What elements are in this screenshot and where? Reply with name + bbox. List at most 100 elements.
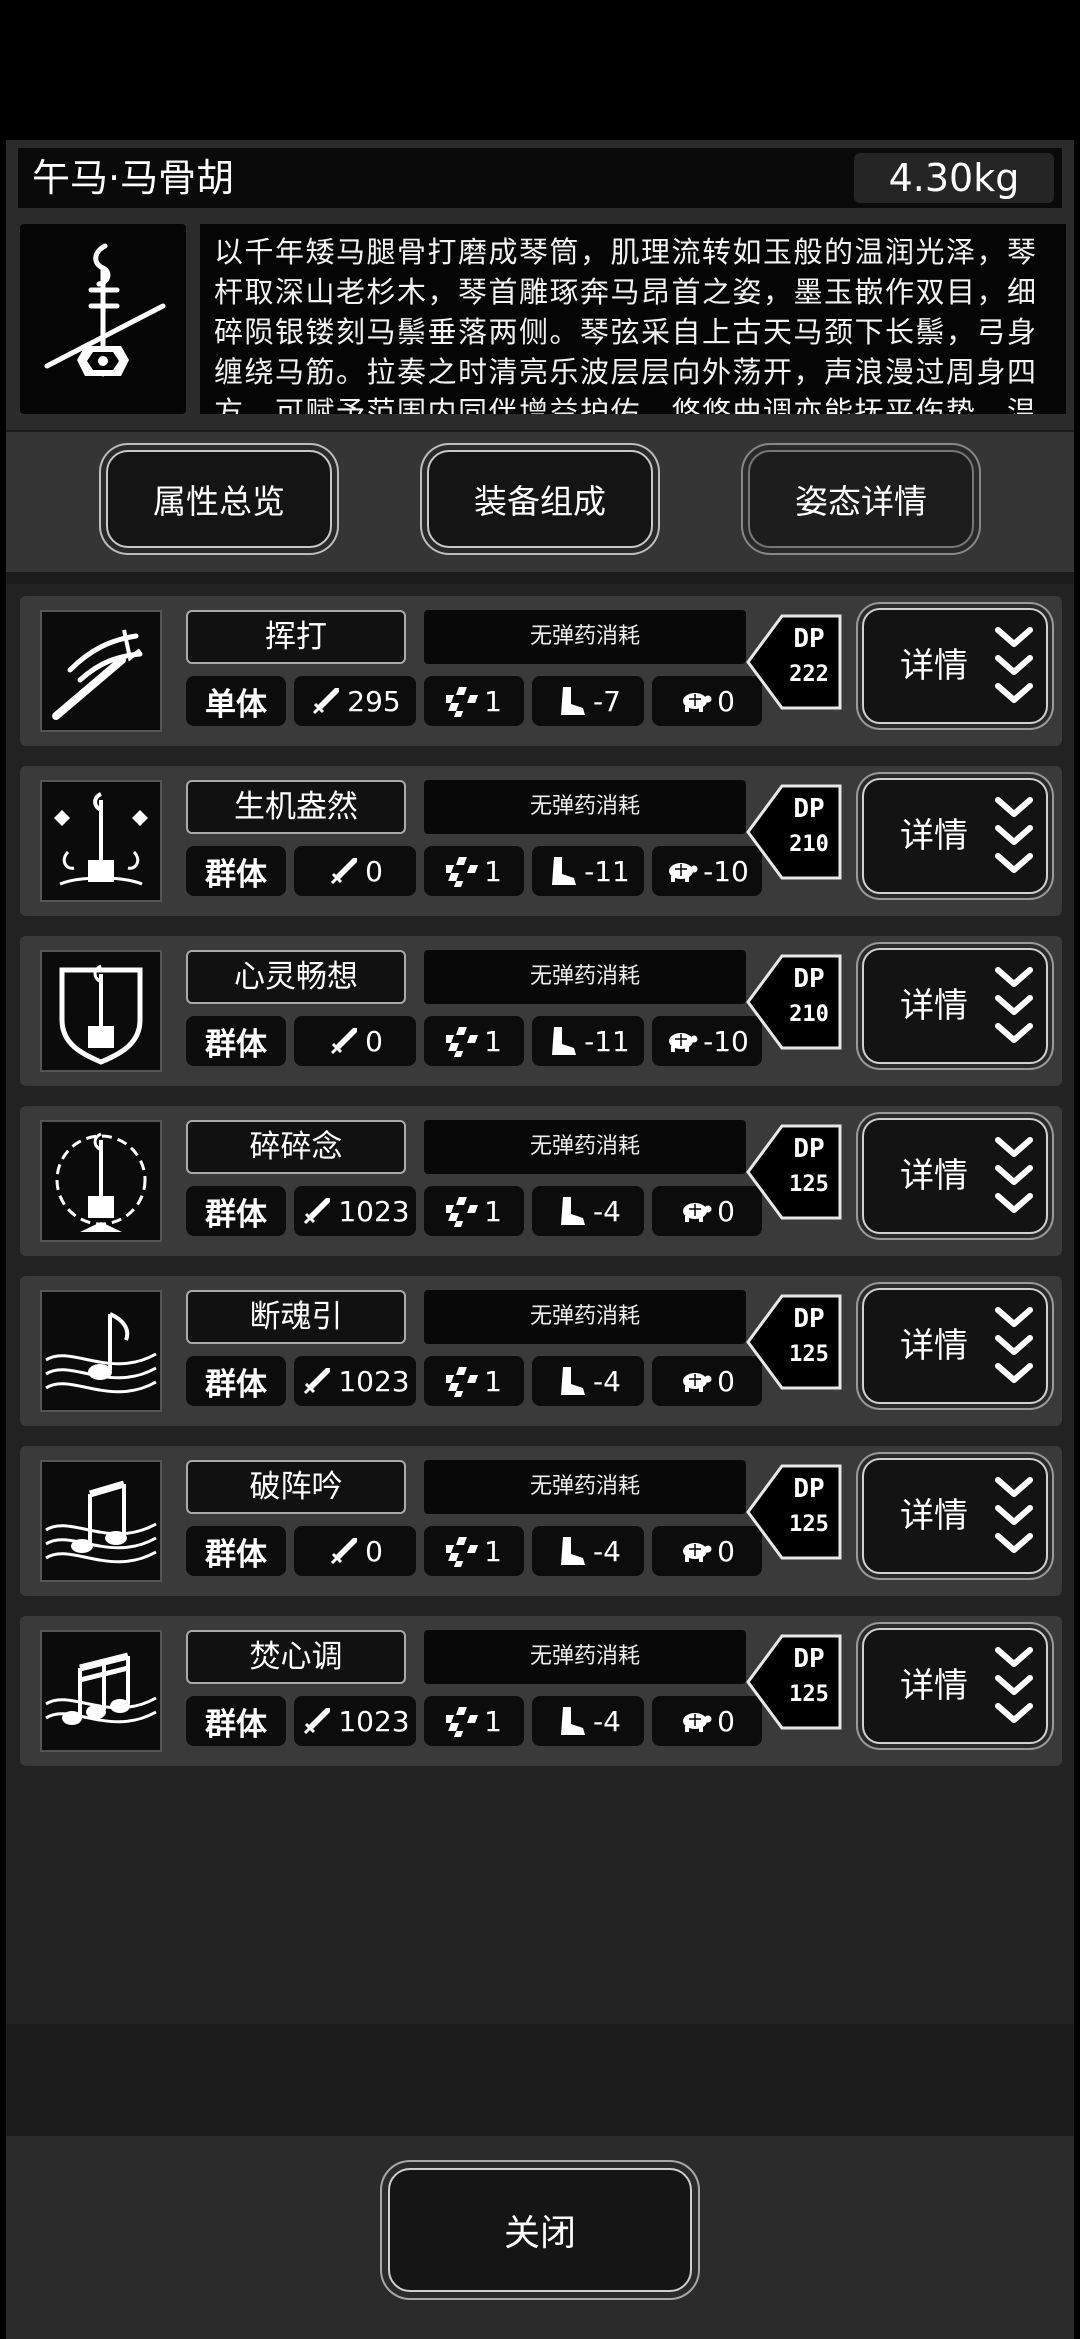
stat-value: -4 [593,1194,621,1228]
attack-stat: 1023 [294,1356,416,1406]
skill-name: 挥打 [186,610,406,664]
dp-badge: DP 125 [744,1292,844,1392]
dp-value: 125 [789,1682,829,1707]
attack-stat: 295 [294,676,416,726]
detail-button[interactable]: 详情 [862,948,1048,1064]
stat-value: -4 [593,1534,621,1568]
dp-label: DP [793,794,825,824]
tab-equipment-composition[interactable]: 装备组成 [427,450,653,548]
attack-stat: 0 [294,1526,416,1576]
detail-label: 详情 [900,1326,968,1366]
skill-row: 碎碎念 无弹药消耗 群体 1023 1 -4 0 DP 125 详情 [20,1106,1062,1256]
checker-flag-icon [446,1027,479,1057]
tab-attribute-overview[interactable]: 属性总览 [106,450,332,548]
detail-label: 详情 [900,816,968,856]
single-note-icon [40,1290,162,1412]
detail-button[interactable]: 详情 [862,608,1048,724]
checker-flag-icon [446,1537,479,1567]
boot-icon [561,1197,586,1225]
target-type: 单体 [186,676,286,726]
item-description: 以千年矮马腿骨打磨成琴筒，肌理流转如玉般的温润光泽，琴杆取深山老杉木，琴首雕琢奔… [200,224,1066,414]
dp-badge: DP 210 [744,952,844,1052]
boot-icon [561,1707,586,1735]
turtle-icon [683,1543,712,1562]
hit-stat: 1 [424,1186,524,1236]
stat-value: -11 [584,854,630,888]
item-weight: 4.30kg [854,153,1054,203]
ammo-cost: 无弹药消耗 [424,950,746,1004]
stat-value: 295 [347,684,401,718]
detail-button[interactable]: 详情 [862,1458,1048,1574]
detail-label: 详情 [900,986,968,1026]
detail-button[interactable]: 详情 [862,1288,1048,1404]
sword-icon [331,1538,358,1565]
move-stat: -4 [532,1526,644,1576]
sword-icon [304,1368,331,1395]
dp-badge: DP 210 [744,782,844,882]
chevron-down-icon [995,1307,1033,1383]
turtle-icon [683,1373,712,1392]
stat-value: 0 [365,854,383,888]
move-stat: -4 [532,1186,644,1236]
swing-icon [40,610,162,732]
dp-badge: DP 125 [744,1122,844,1222]
double-note-icon [40,1460,162,1582]
target-type: 群体 [186,1526,286,1576]
detail-label: 详情 [900,646,968,686]
attack-stat: 0 [294,1016,416,1066]
skill-name: 断魂引 [186,1290,406,1344]
checker-flag-icon [446,1197,479,1227]
stat-value: 0 [717,1364,735,1398]
detail-button[interactable]: 详情 [862,1118,1048,1234]
stat-value: 1 [484,684,502,718]
dp-value: 125 [789,1512,829,1537]
turtle-icon [669,863,698,882]
sword-icon [331,858,358,885]
triple-note-icon [40,1630,162,1752]
stat-value: 0 [365,1534,383,1568]
dp-label: DP [793,1644,825,1674]
skill-row: 挥打 无弹药消耗 单体 295 1 -7 0 DP 222 详情 [20,596,1062,746]
stat-value: 1 [484,1534,502,1568]
dp-value: 125 [789,1172,829,1197]
detail-button[interactable]: 详情 [862,1628,1048,1744]
move-stat: -4 [532,1696,644,1746]
dp-value: 222 [789,662,829,687]
boot-icon [561,1537,586,1565]
detail-label: 详情 [900,1156,968,1196]
skill-row: 断魂引 无弹药消耗 群体 1023 1 -4 0 DP 125 详情 [20,1276,1062,1426]
stat-value: 1 [484,1024,502,1058]
chevron-down-icon [995,1137,1033,1213]
close-button[interactable]: 关闭 [388,2168,692,2292]
ammo-cost: 无弹药消耗 [424,1460,746,1514]
move-stat: -7 [532,676,644,726]
stat-value: -10 [703,854,749,888]
chevron-down-icon [995,967,1033,1043]
skill-name: 心灵畅想 [186,950,406,1004]
stat-value: -7 [593,684,621,718]
attack-stat: 1023 [294,1696,416,1746]
stat-value: 1 [484,854,502,888]
chevron-down-icon [995,1477,1033,1553]
burst-instrument-icon [40,1120,162,1242]
skill-name: 碎碎念 [186,1120,406,1174]
turtle-icon [683,1713,712,1732]
tab-stance-details[interactable]: 姿态详情 [748,450,974,548]
skill-name: 生机盎然 [186,780,406,834]
dp-label: DP [793,624,825,654]
turtle-icon [683,1203,712,1222]
skill-name: 焚心调 [186,1630,406,1684]
detail-button[interactable]: 详情 [862,778,1048,894]
stat-value: 0 [717,1534,735,1568]
chevron-down-icon [995,797,1033,873]
ammo-cost: 无弹药消耗 [424,780,746,834]
sword-icon [331,1028,358,1055]
ammo-cost: 无弹药消耗 [424,1290,746,1344]
hit-stat: 1 [424,846,524,896]
skill-name: 破阵吟 [186,1460,406,1514]
hit-stat: 1 [424,1526,524,1576]
hit-stat: 1 [424,1016,524,1066]
ammo-cost: 无弹药消耗 [424,1120,746,1174]
stat-value: 0 [717,684,735,718]
footer-bar: 关闭 [6,2136,1074,2339]
